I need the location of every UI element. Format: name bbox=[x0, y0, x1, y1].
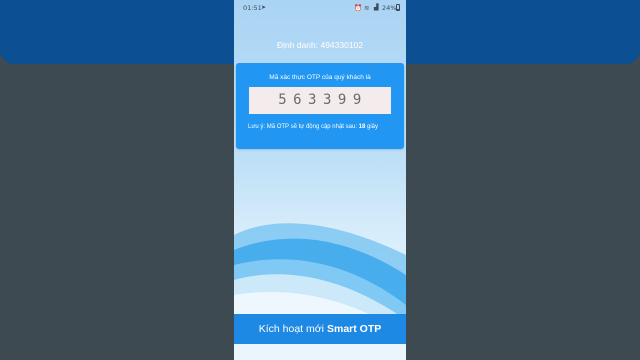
identifier-line: Định danh: 494330102 bbox=[234, 40, 406, 50]
alarm-icon: ⏰ bbox=[354, 3, 363, 12]
battery-icon bbox=[396, 4, 400, 11]
otp-code-box: 563399 bbox=[249, 87, 391, 114]
identifier-value: 494330102 bbox=[320, 40, 364, 50]
battery-level: 24% bbox=[382, 4, 397, 12]
otp-code: 563399 bbox=[278, 92, 368, 108]
send-icon: ➤ bbox=[261, 4, 267, 11]
status-time: 01:51 bbox=[243, 4, 262, 12]
otp-note-prefix: Lưu ý: Mã OTP sẽ tự động cập nhật sau: bbox=[248, 124, 357, 130]
otp-countdown: 18 bbox=[358, 124, 366, 130]
wifi-icon: ≋ bbox=[364, 3, 370, 12]
phone-screen: 01:51 ➤ ⏰ ≋ ▟ 24% Định danh: 494330102 M… bbox=[234, 0, 406, 360]
bottom-strip bbox=[234, 344, 406, 360]
activate-label-strong: Smart OTP bbox=[326, 323, 382, 335]
otp-refresh-note: Lưu ý: Mã OTP sẽ tự động cập nhật sau: 1… bbox=[248, 124, 378, 130]
identifier-label: Định danh: bbox=[276, 40, 319, 50]
otp-title: Mã xác thực OTP của quý khách là bbox=[269, 74, 371, 81]
otp-card: Mã xác thực OTP của quý khách là 563399 … bbox=[236, 63, 404, 149]
signal-icon: ▟ bbox=[374, 3, 379, 11]
activate-label: Kích hoạt mới bbox=[258, 323, 324, 335]
status-bar: 01:51 ➤ ⏰ ≋ ▟ 24% bbox=[234, 0, 406, 16]
otp-note-suffix: giây bbox=[367, 124, 379, 130]
activate-smart-otp-button[interactable]: Kích hoạt mới Smart OTP bbox=[234, 314, 406, 344]
